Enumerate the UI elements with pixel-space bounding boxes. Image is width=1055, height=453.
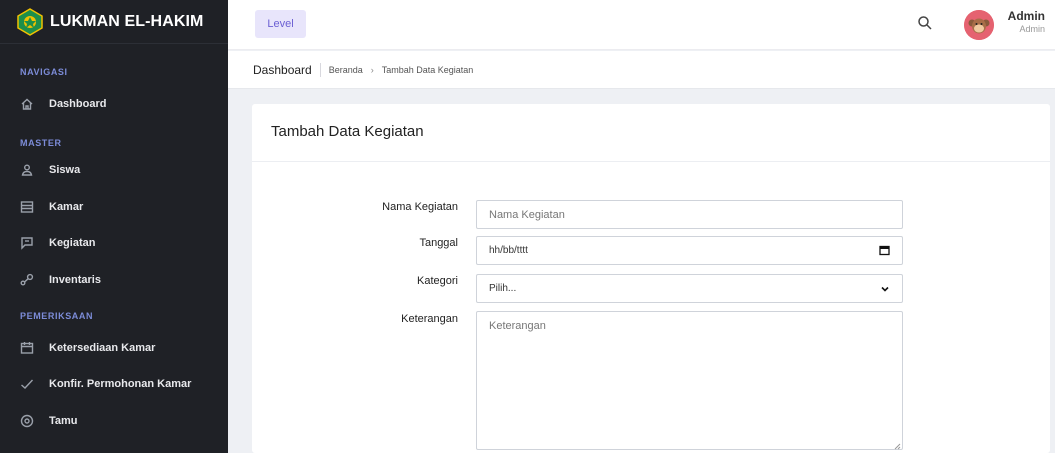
user-name[interactable]: Admin (1000, 9, 1045, 23)
sidebar-item-siswa[interactable]: Siswa (0, 156, 228, 184)
sidebar: LUKMAN EL-HAKIM NAVIGASI Dashboard MASTE… (0, 0, 228, 453)
sidebar-item-label: Ketersediaan Kamar (49, 342, 156, 354)
sidebar-item-tamu[interactable]: Tamu (0, 407, 228, 435)
topbar: Level Admin Admin (228, 0, 1055, 50)
divider (252, 161, 1050, 162)
calendar-icon (20, 341, 34, 355)
breadcrumb-item-current: Tambah Data Kegiatan (381, 64, 474, 75)
sidebar-item-label: Siswa (49, 164, 81, 176)
brand-logo-icon (17, 7, 43, 36)
breadcrumb-separator-icon: › (370, 64, 374, 75)
user-role: Admin (1019, 24, 1045, 34)
sidebar-item-konfir-permohonan-kamar[interactable]: Konfir. Permohonan Kamar (0, 370, 228, 398)
tanggal-input[interactable]: hh/bb/tttt (476, 236, 903, 265)
section-master: MASTER (20, 138, 62, 148)
sidebar-item-label: Tamu (49, 415, 78, 427)
brand-name: LUKMAN EL-HAKIM (50, 12, 204, 30)
sidebar-item-label: Dashboard (49, 98, 107, 110)
form-title: Tambah Data Kegiatan (271, 123, 424, 140)
form-card: Tambah Data Kegiatan Nama Kegiatan Tangg… (252, 104, 1050, 453)
level-button[interactable]: Level (255, 10, 306, 38)
kategori-label: Kategori (417, 275, 458, 287)
page-title: Dashboard (253, 62, 321, 77)
target-icon (20, 414, 34, 428)
chevron-down-icon (881, 286, 889, 292)
breadcrumb: Dashboard Beranda › Tambah Data Kegiatan (228, 51, 1055, 89)
resize-grip-icon[interactable] (894, 443, 901, 450)
sidebar-item-label: Kamar (49, 201, 84, 213)
section-pemeriksaan: PEMERIKSAAN (20, 311, 94, 321)
search-icon[interactable] (917, 15, 933, 31)
sidebar-item-kamar[interactable]: Kamar (0, 193, 228, 221)
check-icon (20, 377, 34, 391)
kategori-select[interactable]: Pilih... (476, 274, 903, 303)
keterangan-textarea[interactable] (476, 311, 903, 450)
kategori-value: Pilih... (489, 283, 517, 294)
sidebar-item-ketersediaan-kamar[interactable]: Ketersediaan Kamar (0, 334, 228, 362)
avatar[interactable] (964, 10, 994, 40)
home-icon (20, 97, 34, 111)
sidebar-item-inventaris[interactable]: Inventaris (0, 266, 228, 294)
calendar-icon[interactable] (879, 245, 890, 256)
user-icon (20, 163, 34, 177)
flag-icon (20, 236, 34, 250)
avatar-face-icon (964, 10, 994, 40)
section-navigasi: NAVIGASI (20, 67, 68, 77)
keterangan-label: Keterangan (401, 313, 458, 325)
sidebar-item-dashboard[interactable]: Dashboard (0, 90, 228, 118)
sidebar-item-label: Inventaris (49, 274, 101, 286)
network-icon (20, 273, 34, 287)
tanggal-value: hh/bb/tttt (489, 245, 528, 256)
sidebar-item-kegiatan[interactable]: Kegiatan (0, 229, 228, 257)
tanggal-label: Tanggal (419, 237, 458, 249)
sidebar-item-label: Kegiatan (49, 237, 96, 249)
nama-kegiatan-input[interactable] (476, 200, 903, 229)
brand[interactable]: LUKMAN EL-HAKIM (0, 0, 228, 44)
nama-kegiatan-label: Nama Kegiatan (382, 201, 458, 213)
sidebar-item-label: Konfir. Permohonan Kamar (49, 378, 192, 390)
list-icon (20, 200, 34, 214)
breadcrumb-item-beranda[interactable]: Beranda (329, 65, 363, 75)
